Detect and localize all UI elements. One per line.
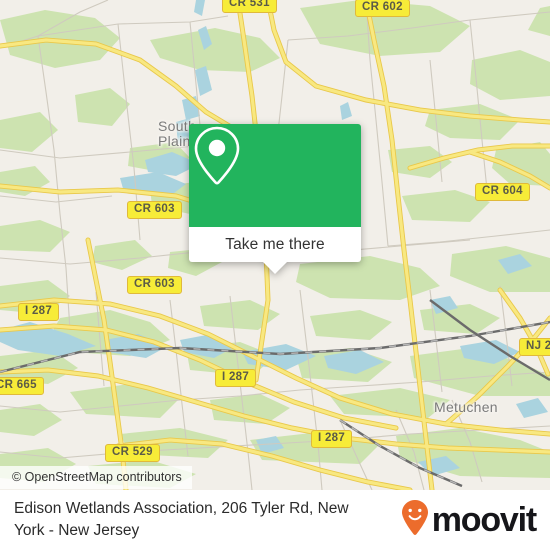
shield-cr-603-upper: CR 603 xyxy=(127,201,182,219)
take-me-there-label: Take me there xyxy=(225,235,325,253)
moovit-smiley-pin-icon xyxy=(400,499,430,542)
shield-cr-665: CR 665 xyxy=(0,377,44,395)
shield-cr-604: CR 604 xyxy=(475,183,530,201)
shield-cr-603-lower: CR 603 xyxy=(127,276,182,294)
location-title: Edison Wetlands Association, 206 Tyler R… xyxy=(14,500,349,539)
moovit-logo[interactable]: moovit xyxy=(400,499,537,542)
shield-cr-602: CR 602 xyxy=(355,0,410,17)
location-popup-card[interactable]: Take me there xyxy=(189,124,361,274)
moovit-map-screenshot: South Plainfield Metuchen CR 531 CR 602 … xyxy=(0,0,550,550)
shield-nj-2: NJ 2 xyxy=(519,338,550,356)
shield-cr-531: CR 531 xyxy=(222,0,277,13)
shield-i-287-center: I 287 xyxy=(215,369,257,387)
shield-cr-529: CR 529 xyxy=(105,444,160,462)
popup-card-pointer xyxy=(263,262,287,274)
shield-i-287-left: I 287 xyxy=(18,303,60,321)
take-me-there-button[interactable]: Take me there xyxy=(189,227,361,262)
map-canvas[interactable]: South Plainfield Metuchen CR 531 CR 602 … xyxy=(0,0,550,490)
footer-bar: Edison Wetlands Association, 206 Tyler R… xyxy=(0,490,550,550)
moovit-wordmark: moovit xyxy=(431,501,537,539)
osm-attribution[interactable]: © OpenStreetMap contributors xyxy=(0,466,192,489)
popup-card-header xyxy=(189,124,361,227)
shield-i-287-mid: I 287 xyxy=(311,430,353,448)
